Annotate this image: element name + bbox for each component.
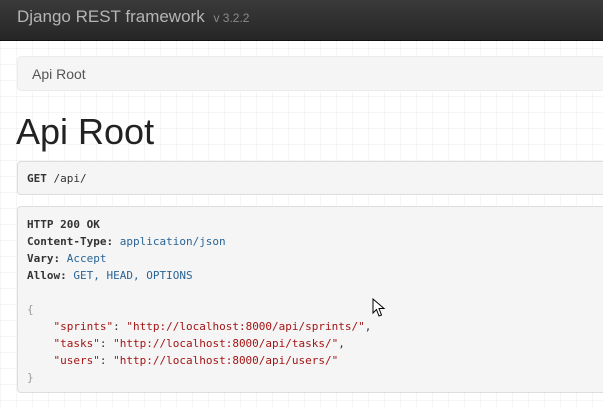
response-info: HTTP 200 OK Content-Type: application/js…: [17, 206, 603, 393]
json-link-sprints[interactable]: "http://localhost:8000/api/sprints/": [126, 320, 364, 333]
response-header-vary: Vary: Accept: [27, 250, 603, 267]
json-key: "tasks": [53, 337, 100, 350]
json-entry-tasks: "tasks": "http://localhost:8000/api/task…: [53, 337, 345, 350]
json-open-brace: {: [27, 303, 34, 316]
json-close-line: }: [27, 369, 603, 386]
header-key: Vary:: [27, 252, 61, 265]
request-path: /api/: [53, 172, 87, 185]
json-open-line: {: [27, 301, 603, 318]
request-info: GET /api/: [17, 161, 603, 195]
response-status-line: HTTP 200 OK: [27, 216, 603, 233]
header-value: GET, HEAD, OPTIONS: [73, 269, 193, 282]
breadcrumb: Api Root: [17, 56, 603, 91]
response-header-content-type: Content-Type: application/json: [27, 233, 603, 250]
header-value: Accept: [66, 252, 107, 265]
header-key: Allow:: [27, 269, 67, 282]
response-header-allow: Allow: GET, HEAD, OPTIONS: [27, 267, 603, 284]
json-key: "sprints": [53, 320, 114, 333]
json-link-tasks[interactable]: "http://localhost:8000/api/tasks/": [113, 337, 338, 350]
header-value: application/json: [119, 235, 226, 248]
json-key: "users": [53, 354, 100, 367]
request-method: GET: [27, 172, 47, 185]
brand-name: Django REST framework: [17, 7, 205, 26]
json-close-brace: }: [27, 371, 34, 384]
mouse-pointer-icon: [372, 298, 386, 317]
brand-link[interactable]: Django REST framework v 3.2.2: [17, 0, 249, 34]
header-key: Content-Type:: [27, 235, 114, 248]
version-label: v 3.2.2: [213, 11, 250, 25]
json-entry-users: "users": "http://localhost:8000/api/user…: [53, 354, 339, 367]
request-line: GET /api/: [27, 162, 87, 195]
json-entry-sprints: "sprints": "http://localhost:8000/api/sp…: [53, 320, 372, 333]
response-status: HTTP 200 OK: [27, 218, 100, 231]
breadcrumb-item-api-root[interactable]: Api Root: [32, 57, 86, 92]
navbar: Django REST framework v 3.2.2: [0, 0, 603, 41]
json-link-users[interactable]: "http://localhost:8000/api/users/": [113, 354, 338, 367]
page-title: Api Root: [16, 111, 155, 152]
